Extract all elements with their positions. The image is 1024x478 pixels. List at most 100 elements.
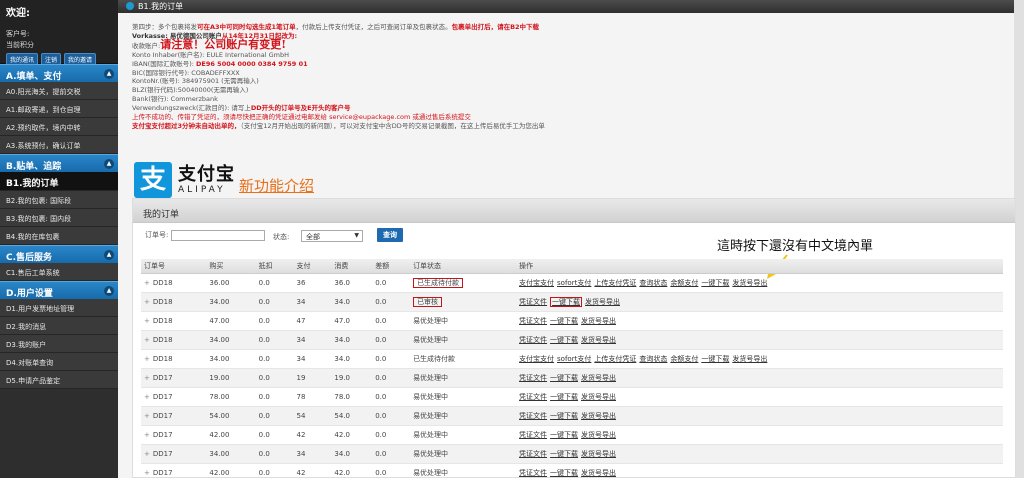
action-link[interactable]: 一键下载 [701, 279, 729, 287]
sidebar-item[interactable]: D5.申请产品鉴定 [0, 371, 118, 389]
table-row: + DD18 34.00 0.0 34 34.0 0.0 已生成待付款 支付宝支付 sofort支… [141, 349, 1003, 369]
sidebar-item[interactable]: D4.对账单查询 [0, 353, 118, 371]
actions-cell: 凭证文件 一键下载 发货号导出 [516, 368, 1003, 388]
action-link[interactable]: 发货号导出 [581, 450, 616, 458]
action-link[interactable]: 查询状态 [639, 279, 667, 287]
status-badge: 已生成待付款 [413, 277, 464, 288]
action-link[interactable]: 一键下载 [701, 355, 729, 363]
annotation-note: 這時按下還沒有中文境內單 [717, 239, 874, 254]
sidebar-section[interactable]: A.填单、支付 ▲ [0, 64, 118, 82]
order-id[interactable]: DD17 [153, 469, 173, 477]
action-link[interactable]: 一键下载 [550, 317, 578, 325]
order-id[interactable]: DD18 [153, 279, 173, 287]
welcome-text: 欢迎: [6, 8, 30, 19]
action-link[interactable]: 发货号导出 [581, 317, 616, 325]
expand-icon[interactable]: + [144, 412, 150, 420]
order-id[interactable]: DD18 [153, 298, 173, 306]
action-link[interactable]: 凭证文件 [519, 393, 547, 401]
action-link[interactable]: 上传支付凭证 [594, 279, 636, 287]
sidebar-item[interactable]: D2.我的消息 [0, 317, 118, 335]
action-link[interactable]: 上传支付凭证 [594, 355, 636, 363]
expand-icon[interactable]: + [144, 469, 150, 477]
expand-icon[interactable]: + [144, 279, 150, 287]
action-link[interactable]: 余额支付 [670, 355, 698, 363]
cell-deduct: 0.0 [255, 368, 294, 388]
action-link[interactable]: 发货号导出 [581, 336, 616, 344]
cell-consume: 34.0 [331, 444, 373, 464]
order-id[interactable]: DD17 [153, 393, 173, 401]
action-link[interactable]: 凭证文件 [519, 374, 547, 382]
sidebar-item[interactable]: B2.我的包裹: 国际段 [0, 191, 118, 209]
expand-icon[interactable]: + [144, 450, 150, 458]
action-link[interactable]: sofort支付 [557, 355, 591, 363]
expand-icon[interactable]: + [144, 374, 150, 382]
action-link[interactable]: 发货号导出 [581, 469, 616, 477]
cell-pay: 78 [293, 387, 332, 407]
action-link[interactable]: 凭证文件 [519, 412, 547, 420]
action-link[interactable]: 支付宝支付 [519, 279, 554, 287]
action-link[interactable]: 凭证文件 [519, 450, 547, 458]
sidebar-item[interactable]: D3.我的账户 [0, 335, 118, 353]
order-id[interactable]: DD17 [153, 450, 173, 458]
sidebar-section[interactable]: B.贴单、追踪 ▲ [0, 154, 118, 172]
sidebar-section[interactable]: D.用户设置 ▲ [0, 281, 118, 299]
order-id[interactable]: DD18 [153, 336, 173, 344]
sidebar-item[interactable]: A3.系统预付，确认订单 [0, 136, 118, 154]
expand-icon[interactable]: + [144, 317, 150, 325]
expand-icon[interactable]: + [144, 336, 150, 344]
action-link[interactable]: 一键下载 [550, 450, 578, 458]
action-link[interactable]: 凭证文件 [519, 431, 547, 439]
expand-icon[interactable]: + [144, 355, 150, 363]
action-link[interactable]: 凭证文件 [519, 336, 547, 344]
action-link[interactable]: 一键下载 [550, 412, 578, 420]
action-link[interactable]: 发货号导出 [581, 393, 616, 401]
status-badge: 易优处理中 [413, 316, 449, 325]
action-link[interactable]: 凭证文件 [519, 317, 547, 325]
sidebar-item[interactable]: B1.我的订单 [0, 172, 124, 191]
action-link[interactable]: 一键下载 [550, 393, 578, 401]
action-link[interactable]: 一键下载 [550, 431, 578, 439]
order-no-input[interactable] [171, 230, 265, 241]
actions-cell: 凭证文件 一键下载 发货号导出 [516, 292, 1003, 312]
order-id[interactable]: DD17 [153, 412, 173, 420]
action-link[interactable]: 发货号导出 [732, 355, 767, 363]
status-select[interactable]: 全部 ▼ [301, 230, 363, 242]
action-link[interactable]: 查询状态 [639, 355, 667, 363]
sidebar-item[interactable]: D1.用户发票地址管理 [0, 299, 118, 317]
sidebar-section[interactable]: C.售后服务 ▲ [0, 245, 118, 263]
action-link[interactable]: 一键下载 [550, 469, 578, 477]
expand-icon[interactable]: + [144, 431, 150, 439]
action-link[interactable]: 凭证文件 [519, 298, 547, 306]
order-id[interactable]: DD18 [153, 317, 173, 325]
sidebar-item[interactable]: B4.我的在库包裹 [0, 227, 118, 245]
action-link[interactable]: 发货号导出 [585, 298, 620, 306]
sidebar-item[interactable]: B3.我的包裹: 国内段 [0, 209, 118, 227]
action-link[interactable]: sofort支付 [557, 279, 591, 287]
order-id[interactable]: DD17 [153, 374, 173, 382]
sidebar-item[interactable]: A2.预约取件，境内中转 [0, 118, 118, 136]
action-link[interactable]: 发货号导出 [581, 412, 616, 420]
sidebar-item[interactable]: A1.邮政寄递，到仓自理 [0, 100, 118, 118]
action-link[interactable]: 凭证文件 [519, 469, 547, 477]
action-link[interactable]: 发货号导出 [581, 431, 616, 439]
action-link[interactable]: 余额支付 [670, 279, 698, 287]
expand-icon[interactable]: + [144, 393, 150, 401]
search-button[interactable]: 查询 [377, 228, 403, 242]
new-feature-link[interactable]: 新功能介绍 [239, 175, 314, 196]
cell-consume: 34.0 [331, 349, 373, 369]
sidebar-item[interactable]: A0.阳光海关，提前交税 [0, 82, 118, 100]
sidebar-item[interactable]: C1.售后工单系统 [0, 263, 118, 281]
action-link[interactable]: 发货号导出 [732, 279, 767, 287]
sidebar-nav: A.填单、支付 ▲ A0.阳光海关，提前交税 A1.邮政寄递，到仓自理 A2.预约取件，… [0, 64, 124, 389]
action-link[interactable]: 支付宝支付 [519, 355, 554, 363]
cell-pay: 34 [293, 444, 332, 464]
action-link[interactable]: 一键下载 [550, 374, 578, 382]
order-id[interactable]: DD18 [153, 355, 173, 363]
info-highlight: 可在A3中可同时勾选生成1笔订单 [197, 23, 296, 31]
action-link[interactable]: 一键下载 [550, 336, 578, 344]
expand-icon[interactable]: + [144, 298, 150, 306]
action-link[interactable]: 发货号导出 [581, 374, 616, 382]
order-id[interactable]: DD17 [153, 431, 173, 439]
action-link[interactable]: 一键下载 [550, 296, 583, 307]
column-header: 购买 [206, 259, 256, 274]
